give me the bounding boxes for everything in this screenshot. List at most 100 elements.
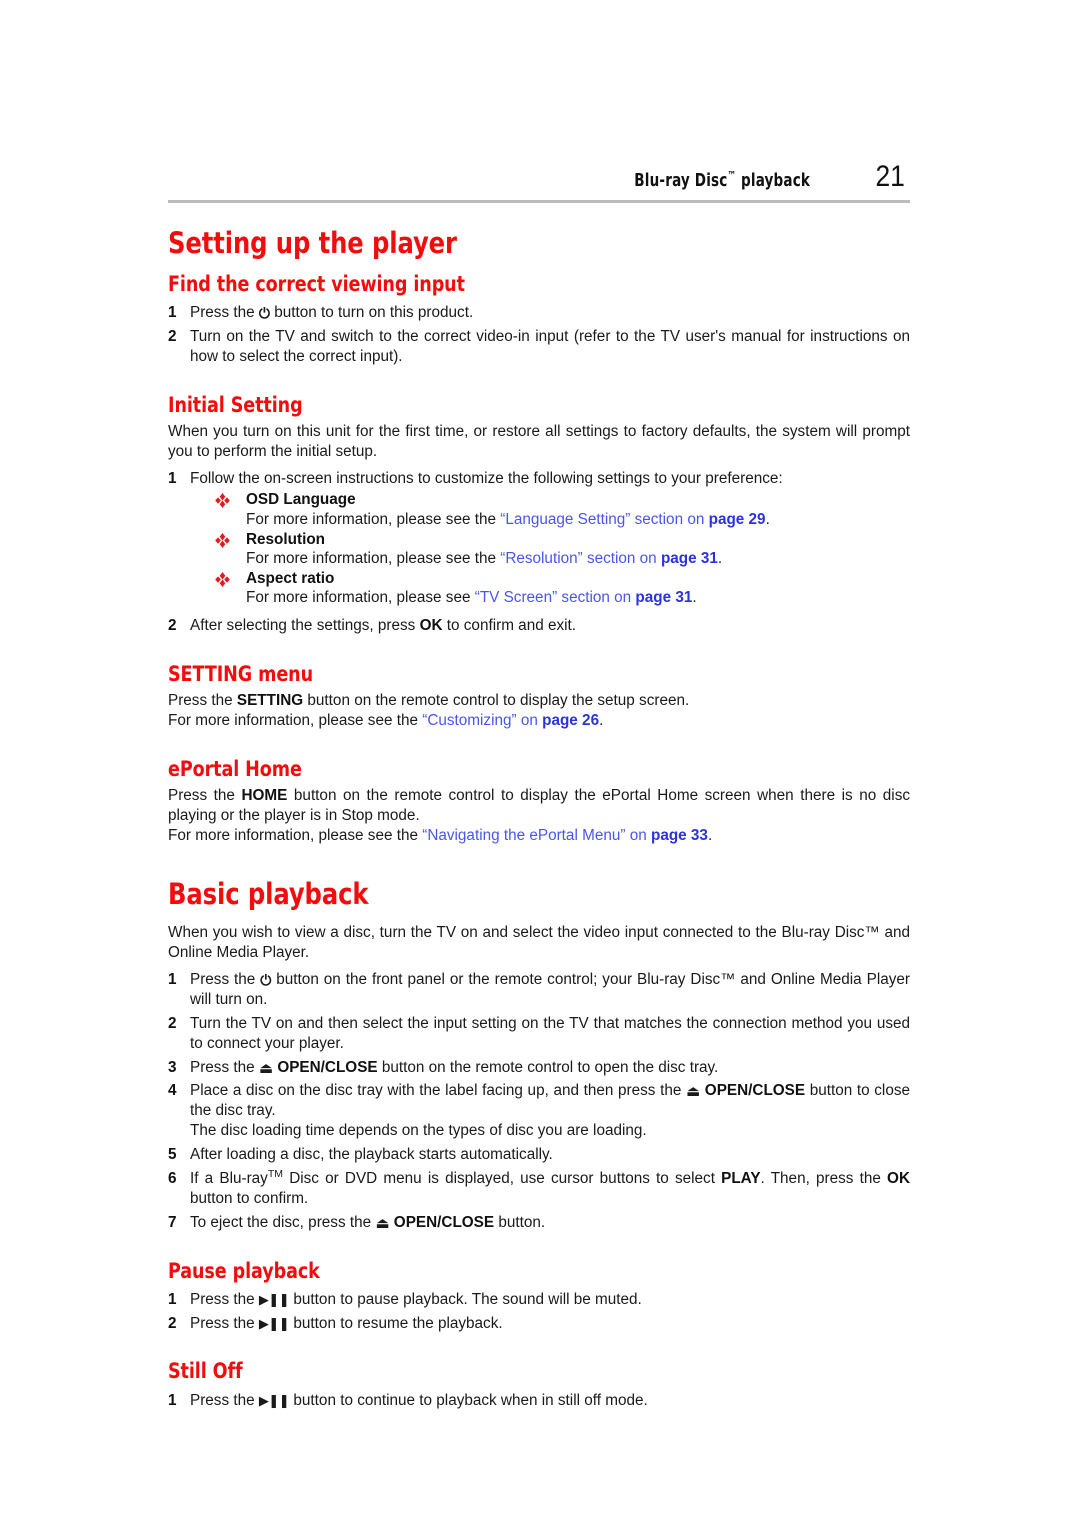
diamond-bullet-icon [215,493,230,509]
header-title-text: Blu-ray Disc [633,171,728,191]
step-text-post: button to pause playback. The sound will… [289,1290,642,1308]
subsection-heading-initial-setting: Initial Setting [168,392,303,417]
text-post: . [599,711,604,729]
power-icon: ⏻ [258,306,270,323]
running-header: Blu-ray Disc™ playback 21 [168,160,910,194]
step-text: To eject the disc, press the ⏏ OPEN/CLOS… [190,1213,910,1233]
list-item: 1 Press the ⏻ button on the front panel … [168,970,910,1010]
eject-icon: ⏏ [375,1213,390,1232]
basic-playback-intro: When you wish to view a disc, turn the T… [168,924,910,962]
list-item: 2 After selecting the settings, press OK… [168,616,910,636]
bullet-title: Aspect ratio [246,569,335,587]
eportal-home-line1: Press the HOME button on the remote cont… [168,786,910,826]
step-number: 3 [168,1058,177,1076]
eportal-home-line2: For more information, please see the “Na… [168,826,910,846]
step-text-post: button. [494,1213,546,1231]
setting-menu-line1: Press the SETTING button on the remote c… [168,691,910,711]
list-item: 4 Place a disc on the disc tray with the… [168,1081,910,1141]
text-pre: Press the [168,786,242,804]
step-text-pre: After selecting the settings, press [190,616,420,634]
pause-playback-steps: 1 Press the ▶❚❚ button to pause playback… [168,1290,910,1334]
list-item: Aspect ratio For more information, pleas… [212,569,910,608]
settings-bullet-list: OSD Language For more information, pleas… [190,490,910,607]
diamond-bullet-icon [215,571,230,587]
step-text-post: to confirm and exit. [442,616,577,634]
step-number: 4 [168,1082,177,1100]
page-reference-link[interactable]: page 31 [635,589,692,606]
list-item: 1 Press the ⏻ button to turn on this pro… [168,303,910,323]
find-input-steps: 1 Press the ⏻ button to turn on this pro… [168,303,910,367]
ok-button-label: OK [419,616,443,634]
step-text-pre: If a Blu-ray [190,1169,268,1187]
step-text: Turn on the TV and switch to the correct… [190,327,910,365]
home-button-label: HOME [241,786,288,804]
page-reference-link[interactable]: page 33 [651,827,708,844]
step-text-post: button on the remote control to open the… [377,1058,719,1076]
open-close-button-label: OPEN/CLOSE [277,1058,378,1076]
step-number: 1 [168,1290,177,1308]
list-item: 5 After loading a disc, the playback sta… [168,1145,910,1165]
text-pre: Press the [168,691,237,709]
step-text: If a Blu-rayTM Disc or DVD menu is displ… [190,1169,910,1209]
subsection-heading-pause-playback: Pause playback [168,1258,320,1283]
step-text-pre: Press the [190,1058,259,1076]
step-text-pre: Press the [190,1290,259,1308]
step-number: 6 [168,1169,177,1187]
header-divider [168,200,910,203]
page-reference-link[interactable]: page 31 [661,550,718,567]
step-number: 5 [168,1146,177,1164]
step-text: Turn the TV on and then select the input… [190,1014,910,1052]
still-off-steps: 1 Press the ▶❚❚ button to continue to pl… [168,1391,910,1411]
step-text-post: button on the front panel or the remote … [190,971,910,1008]
list-item: 3 Press the ⏏ OPEN/CLOSE button on the r… [168,1058,910,1078]
step-text-post: button to confirm. [190,1189,309,1207]
play-pause-icon: ▶❚❚ [258,1393,290,1409]
step-text: After loading a disc, the playback start… [190,1146,553,1164]
page-reference-link[interactable]: page 26 [542,712,599,729]
step-number: 2 [168,616,177,634]
page-number: 21 [875,160,905,193]
list-item: 2 Turn on the TV and switch to the corre… [168,327,910,367]
subsection-heading-setting-menu: SETTING menu [168,661,313,686]
step-text-pre: Press the [190,304,259,322]
header-title: Blu-ray Disc™ playback [633,170,810,191]
step-text-mid: Disc or DVD menu is displayed, use curso… [283,1169,722,1187]
step-number: 2 [168,1314,177,1332]
cross-reference-link[interactable]: “Language Setting” section on [500,511,708,528]
setting-button-label: SETTING [236,691,304,709]
subsection-heading-eportal-home: ePortal Home [168,756,302,781]
text-post: button on the remote control to display … [303,691,690,709]
diamond-bullet-icon [215,532,230,548]
step-number: 2 [168,1014,177,1032]
step-text: Follow the on-screen instructions to cus… [190,469,783,487]
bullet-title: Resolution [246,530,326,548]
step-text-pre: Place a disc on the disc tray with the l… [190,1082,686,1100]
initial-setting-intro: When you turn on this unit for the first… [168,422,910,460]
subsection-heading-find-input: Find the correct viewing input [168,271,465,296]
text-pre: For more information, please see the [168,826,423,844]
open-close-button-label: OPEN/CLOSE [704,1082,806,1100]
list-item: 1 Press the ▶❚❚ button to pause playback… [168,1290,910,1310]
play-button-label: PLAY [721,1169,761,1187]
cross-reference-link[interactable]: “TV Screen” section on [475,589,636,606]
cross-reference-link[interactable]: “Resolution” section on [500,550,661,567]
step-text: After selecting the settings, press OK t… [190,616,910,636]
list-item: 1 Follow the on-screen instructions to c… [168,469,910,608]
step-text-post: button to resume the playback. [289,1314,503,1332]
header-title-suffix: playback [735,171,810,191]
page-reference-link[interactable]: page 29 [709,511,766,528]
list-item: Resolution For more information, please … [212,530,910,569]
section-heading-basic-playback: Basic playback [168,877,369,912]
bullet-desc-post: . [692,589,697,607]
step-text-pre: To eject the disc, press the [190,1213,376,1231]
step-text: Press the ▶❚❚ button to pause playback. … [190,1290,910,1310]
list-item: 7 To eject the disc, press the ⏏ OPEN/CL… [168,1213,910,1233]
setting-menu-line2: For more information, please see the “Cu… [168,711,910,731]
list-item: OSD Language For more information, pleas… [212,490,910,529]
step-text-mid2: . Then, press the [760,1169,888,1187]
cross-reference-link[interactable]: “Navigating the ePortal Menu” on [422,827,651,844]
bullet-desc-pre: For more information, please see the [246,550,501,568]
play-pause-icon: ▶❚❚ [258,1292,290,1308]
cross-reference-link[interactable]: “Customizing” on [422,712,542,729]
step-extra-line: The disc loading time depends on the typ… [190,1122,647,1140]
